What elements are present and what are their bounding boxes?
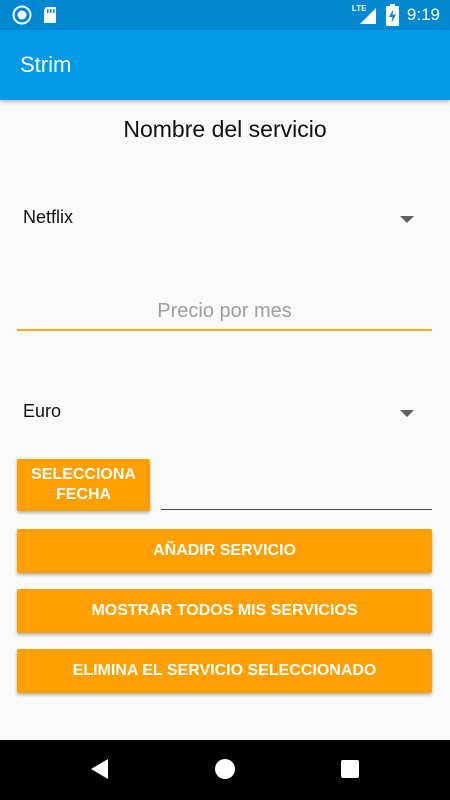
app-title: Strim [20, 52, 72, 77]
battery-charging-icon [385, 4, 399, 26]
signal-icon: LTE [352, 4, 378, 26]
status-right-icons: LTE 9:19 [352, 4, 440, 26]
status-bar: LTE 9:19 [0, 0, 450, 30]
dropdown-arrow-icon [400, 410, 414, 417]
service-spinner[interactable]: Netflix [17, 197, 432, 241]
select-date-label: SELECCIONA FECHA [31, 465, 136, 505]
sd-card-icon [44, 7, 56, 23]
status-time: 9:19 [406, 5, 440, 24]
currency-spinner-value: Euro [23, 401, 62, 421]
back-icon[interactable] [91, 759, 108, 779]
recents-icon[interactable] [341, 760, 359, 778]
currency-spinner[interactable]: Euro [17, 391, 432, 435]
select-date-label-line1: SELECCIONA [31, 466, 136, 483]
select-date-button[interactable]: SELECCIONA FECHA [17, 459, 150, 511]
notification-circle-icon [12, 5, 32, 25]
delete-selected-service-button[interactable]: ELIMINA EL SERVICIO SELECCIONADO [17, 649, 432, 693]
date-display-field [161, 509, 432, 510]
status-left-icons [12, 5, 58, 25]
navigation-bar [0, 740, 450, 800]
service-name-heading: Nombre del servicio [123, 116, 327, 142]
app-bar: Strim [0, 30, 450, 100]
show-all-services-button[interactable]: MOSTRAR TODOS MIS SERVICIOS [17, 589, 432, 633]
dropdown-arrow-icon [400, 216, 414, 223]
select-date-label-line2: FECHA [55, 486, 112, 503]
service-spinner-value: Netflix [23, 207, 74, 227]
price-input[interactable] [17, 295, 432, 327]
home-icon[interactable] [215, 759, 235, 779]
add-service-button[interactable]: AÑADIR SERVICIO [17, 529, 432, 573]
price-field[interactable] [17, 295, 432, 331]
